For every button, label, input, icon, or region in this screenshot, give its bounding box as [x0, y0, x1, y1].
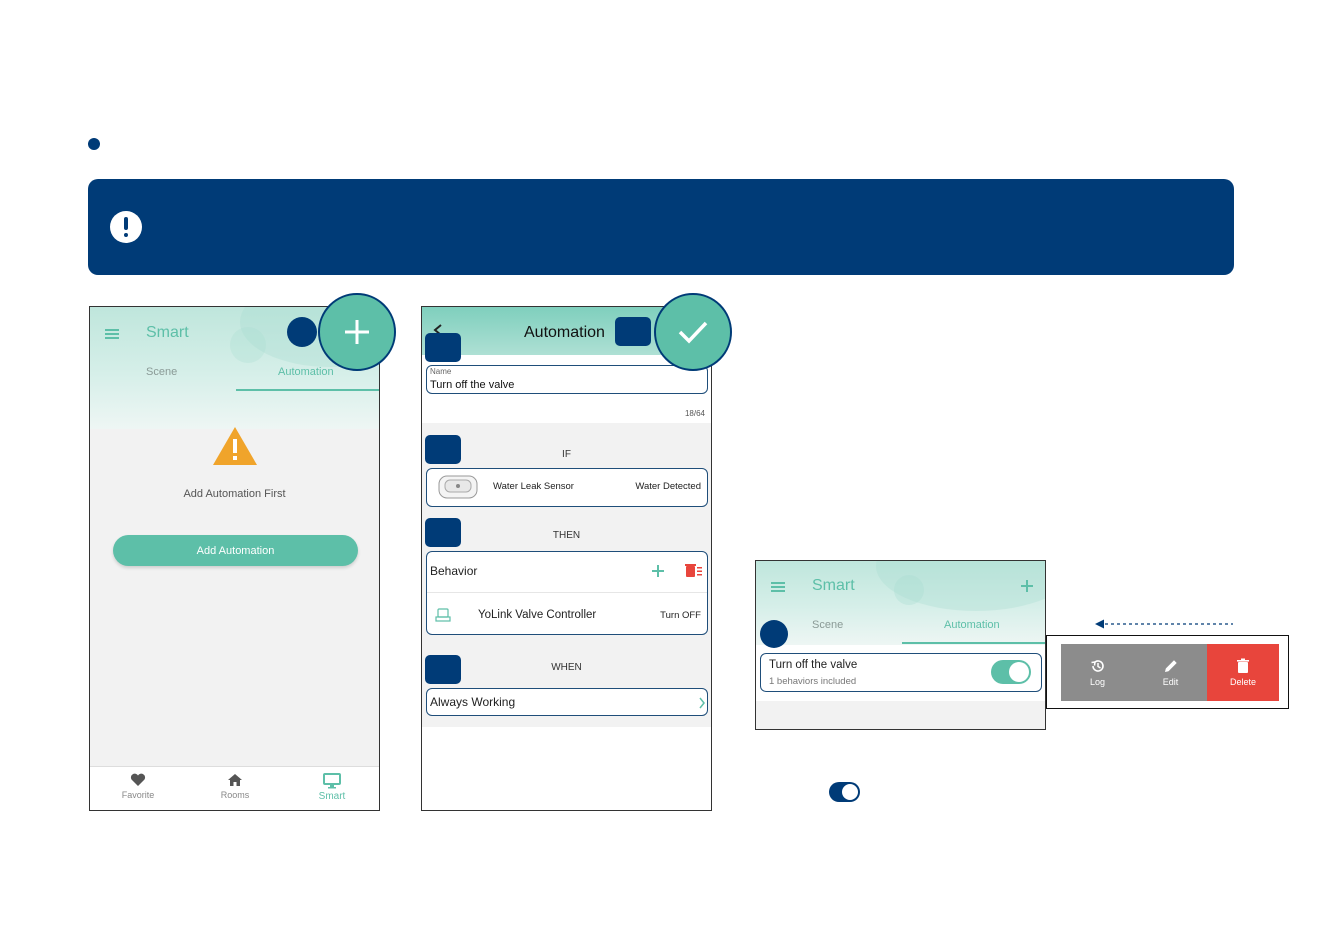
automation-list-item[interactable]: Turn off the valve 1 behaviors included — [760, 653, 1042, 692]
tab-automation[interactable]: Automation — [278, 366, 334, 378]
check-icon — [678, 321, 708, 344]
step-marker-dot — [287, 317, 317, 347]
notice-banner — [88, 179, 1234, 275]
menu-icon[interactable] — [771, 582, 785, 584]
chevron-right-icon — [699, 697, 705, 709]
bullet-dot — [88, 138, 100, 150]
behavior-label: Behavior — [430, 564, 478, 578]
plus-button[interactable] — [318, 293, 396, 371]
home-icon — [228, 774, 242, 786]
delete-label: Delete — [1229, 677, 1256, 687]
save-check-button[interactable] — [654, 293, 732, 371]
automation-toggle[interactable] — [991, 660, 1031, 684]
toggle-icon — [829, 782, 860, 802]
edit-button[interactable]: Edit — [1134, 644, 1207, 701]
history-icon — [1090, 660, 1104, 672]
then-label: THEN — [552, 530, 581, 541]
edit-label: Edit — [1162, 677, 1179, 687]
add-automation-button[interactable]: Add Automation — [113, 535, 358, 566]
step-marker-name — [425, 333, 461, 362]
delete-button[interactable]: Delete — [1207, 644, 1279, 701]
heart-icon — [130, 773, 146, 786]
plus-icon[interactable] — [1020, 579, 1034, 593]
name-field[interactable]: Name Turn off the valve — [426, 365, 708, 394]
menu-icon[interactable] — [105, 329, 119, 331]
plus-icon[interactable] — [651, 564, 665, 578]
page-title: Smart — [146, 324, 189, 341]
step-marker-dot — [760, 620, 788, 648]
monitor-icon — [323, 773, 341, 789]
divider — [427, 592, 707, 593]
if-condition-row[interactable]: Water Leak Sensor Water Detected — [426, 468, 708, 507]
tabbar-smart-label: Smart — [318, 791, 346, 802]
plus-icon — [345, 320, 369, 344]
if-device-name: Water Leak Sensor — [493, 481, 574, 492]
tab-scene[interactable]: Scene — [146, 366, 177, 378]
if-device-state: Water Detected — [635, 481, 701, 492]
name-field-label: Name — [430, 367, 452, 376]
if-label: IF — [562, 449, 571, 460]
tabbar-rooms-label: Rooms — [220, 790, 250, 800]
trash-icon — [1237, 658, 1249, 673]
step-marker-then — [425, 518, 461, 547]
tab-scene[interactable]: Scene — [812, 619, 843, 631]
automation-edit-screen: Automation Name Turn off the valve 18/64… — [421, 306, 712, 811]
log-label: Log — [1089, 677, 1106, 687]
exclamation-icon — [110, 211, 142, 243]
then-device-action[interactable]: Turn OFF — [660, 610, 701, 621]
tabbar-rooms[interactable]: Rooms — [187, 773, 283, 800]
sensor-icon — [438, 475, 478, 499]
when-label: WHEN — [551, 662, 582, 673]
char-counter: 18/64 — [684, 409, 705, 418]
step-marker-if — [425, 435, 461, 464]
bottom-tabbar: Favorite Rooms Smart — [90, 766, 379, 810]
warning-icon — [213, 427, 257, 465]
trash-icon[interactable] — [685, 563, 703, 578]
valve-icon — [435, 608, 451, 622]
then-device-name: YoLink Valve Controller — [478, 609, 597, 621]
arrow-left-icon — [1095, 619, 1233, 629]
tab-indicator — [236, 389, 379, 391]
then-behavior-card: Behavior YoLink Valve Controller Turn OF… — [426, 551, 708, 635]
when-value: Always Working — [430, 695, 516, 709]
list-item-subtitle: 1 behaviors included — [769, 676, 857, 687]
pencil-icon — [1164, 660, 1177, 672]
blank-area — [422, 727, 711, 810]
tab-indicator — [902, 642, 1045, 644]
smart-empty-screen: Smart Scene Automation Add Automation Fi… — [89, 306, 380, 811]
log-button[interactable]: Log — [1061, 644, 1134, 701]
tabbar-favorite[interactable]: Favorite — [90, 773, 186, 800]
tab-automation[interactable]: Automation — [944, 619, 1000, 631]
name-field-value: Turn off the valve — [430, 379, 515, 391]
empty-message: Add Automation First — [183, 488, 286, 500]
smart-list-screen: Smart Scene Automation Turn off the valv… — [755, 560, 1046, 730]
tabbar-favorite-label: Favorite — [121, 790, 155, 800]
page-title: Automation — [524, 324, 605, 341]
list-item-title: Turn off the valve — [769, 659, 858, 671]
step-marker-when — [425, 655, 461, 684]
page-title: Smart — [812, 577, 855, 594]
step-marker-save — [615, 317, 651, 346]
when-row[interactable]: Always Working — [426, 688, 708, 716]
swipe-actions-panel: Log Edit Delete — [1046, 635, 1289, 709]
tabbar-smart[interactable]: Smart — [284, 773, 379, 802]
